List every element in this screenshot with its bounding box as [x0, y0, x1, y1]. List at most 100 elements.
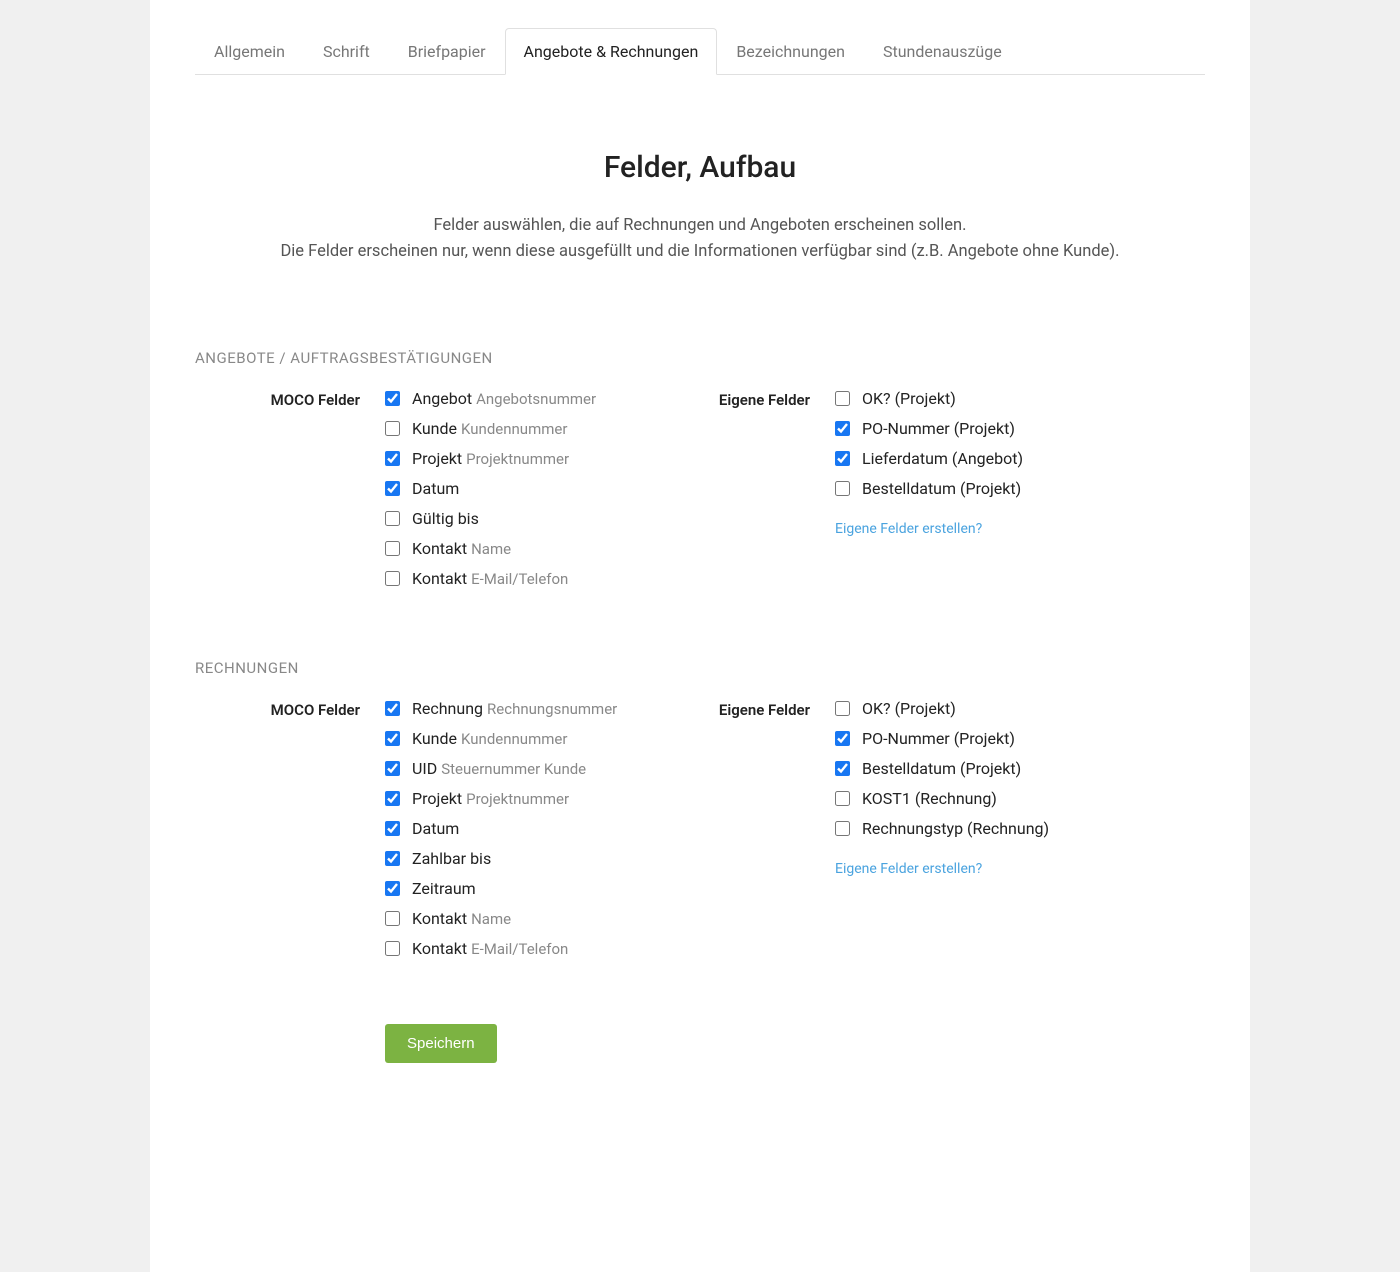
field-checkbox[interactable]	[385, 421, 400, 436]
field-checkbox[interactable]	[385, 941, 400, 956]
field-main-label: Bestelldatum (Projekt)	[862, 479, 1021, 498]
field-row: KOST1 (Rechnung)	[835, 789, 1205, 808]
field-main-label: Zahlbar bis	[412, 849, 491, 868]
field-checkbox[interactable]	[835, 421, 850, 436]
field-checkbox[interactable]	[385, 481, 400, 496]
field-main-label: Kunde	[412, 419, 457, 438]
field-row: Zahlbar bis	[385, 849, 705, 868]
field-checkbox[interactable]	[835, 701, 850, 716]
field-row: Lieferdatum (Angebot)	[835, 449, 1205, 468]
field-row: RechnungRechnungsnummer	[385, 699, 705, 718]
field-checkbox[interactable]	[835, 791, 850, 806]
field-sub-label: Projektnummer	[466, 450, 569, 468]
field-main-label: Kontakt	[412, 539, 467, 558]
save-button[interactable]: Speichern	[385, 1024, 497, 1063]
label-moco-felder-offers: MOCO Felder	[195, 389, 385, 599]
field-sub-label: E-Mail/Telefon	[471, 940, 568, 958]
field-checkbox[interactable]	[385, 391, 400, 406]
field-sub-label: Name	[471, 540, 511, 558]
field-checkbox[interactable]	[835, 451, 850, 466]
field-row: KontaktE-Mail/Telefon	[385, 939, 705, 958]
field-checkbox[interactable]	[385, 851, 400, 866]
field-checkbox[interactable]	[385, 571, 400, 586]
tab-bar: Allgemein Schrift Briefpapier Angebote &…	[195, 0, 1205, 75]
field-main-label: OK? (Projekt)	[862, 389, 956, 408]
label-eigene-felder-invoices: Eigene Felder	[705, 699, 835, 969]
field-row: KontaktE-Mail/Telefon	[385, 569, 705, 588]
field-row: Gültig bis	[385, 509, 705, 528]
field-checkbox[interactable]	[835, 731, 850, 746]
field-row: KundeKundennummer	[385, 419, 705, 438]
field-checkbox[interactable]	[385, 701, 400, 716]
field-checkbox[interactable]	[385, 731, 400, 746]
field-row: Bestelldatum (Projekt)	[835, 759, 1205, 778]
tab-schrift[interactable]: Schrift	[304, 28, 389, 75]
field-row: Zeitraum	[385, 879, 705, 898]
field-main-label: UID	[412, 759, 437, 778]
page-description: Felder auswählen, die auf Rechnungen und…	[240, 213, 1160, 264]
field-row: PO-Nummer (Projekt)	[835, 419, 1205, 438]
tab-bezeichnungen[interactable]: Bezeichnungen	[717, 28, 864, 75]
field-checkbox[interactable]	[385, 821, 400, 836]
field-checkbox[interactable]	[385, 881, 400, 896]
field-main-label: OK? (Projekt)	[862, 699, 956, 718]
field-checkbox[interactable]	[835, 391, 850, 406]
field-main-label: PO-Nummer (Projekt)	[862, 419, 1015, 438]
field-checkbox[interactable]	[385, 911, 400, 926]
link-create-custom-fields-offers[interactable]: Eigene Felder erstellen?	[835, 521, 982, 537]
field-checkbox[interactable]	[835, 761, 850, 776]
field-checkbox[interactable]	[385, 541, 400, 556]
field-main-label: Kunde	[412, 729, 457, 748]
field-main-label: Kontakt	[412, 939, 467, 958]
field-row: AngebotAngebotsnummer	[385, 389, 705, 408]
field-sub-label: Steuernummer Kunde	[441, 760, 586, 778]
field-main-label: PO-Nummer (Projekt)	[862, 729, 1015, 748]
field-main-label: Projekt	[412, 449, 462, 468]
field-row: Bestelldatum (Projekt)	[835, 479, 1205, 498]
section-heading-offers: ANGEBOTE / AUFTRAGSBESTÄTIGUNGEN	[195, 349, 1205, 367]
field-row: ProjektProjektnummer	[385, 449, 705, 468]
field-main-label: Zeitraum	[412, 879, 476, 898]
label-eigene-felder-offers: Eigene Felder	[705, 389, 835, 599]
field-row: Datum	[385, 819, 705, 838]
label-moco-felder-invoices: MOCO Felder	[195, 699, 385, 969]
field-main-label: Bestelldatum (Projekt)	[862, 759, 1021, 778]
page-title: Felder, Aufbau	[240, 150, 1160, 185]
field-main-label: KOST1 (Rechnung)	[862, 789, 997, 808]
tab-angebote-rechnungen[interactable]: Angebote & Rechnungen	[505, 28, 718, 75]
field-sub-label: Angebotsnummer	[476, 390, 596, 408]
section-heading-invoices: RECHNUNGEN	[195, 659, 1205, 677]
invoices-moco-field-list: RechnungRechnungsnummer KundeKundennummer…	[385, 699, 705, 969]
field-checkbox[interactable]	[385, 761, 400, 776]
tab-stundenauszuege[interactable]: Stundenauszüge	[864, 28, 1021, 75]
field-checkbox[interactable]	[835, 481, 850, 496]
field-main-label: Kontakt	[412, 569, 467, 588]
field-row: OK? (Projekt)	[835, 389, 1205, 408]
field-main-label: Lieferdatum (Angebot)	[862, 449, 1023, 468]
field-sub-label: Rechnungsnummer	[487, 700, 617, 718]
field-main-label: Projekt	[412, 789, 462, 808]
field-row: PO-Nummer (Projekt)	[835, 729, 1205, 748]
field-row: KundeKundennummer	[385, 729, 705, 748]
field-main-label: Kontakt	[412, 909, 467, 928]
field-checkbox[interactable]	[385, 511, 400, 526]
field-row: Datum	[385, 479, 705, 498]
link-create-custom-fields-invoices[interactable]: Eigene Felder erstellen?	[835, 861, 982, 877]
field-main-label: Angebot	[412, 389, 472, 408]
invoices-custom-field-list: OK? (Projekt) PO-Nummer (Projekt) Bestelld…	[835, 699, 1205, 838]
field-checkbox[interactable]	[835, 821, 850, 836]
field-row: UIDSteuernummer Kunde	[385, 759, 705, 778]
field-row: OK? (Projekt)	[835, 699, 1205, 718]
field-main-label: Datum	[412, 819, 459, 838]
tab-briefpapier[interactable]: Briefpapier	[389, 28, 505, 75]
field-checkbox[interactable]	[385, 451, 400, 466]
field-main-label: Rechnung	[412, 699, 483, 718]
tab-allgemein[interactable]: Allgemein	[195, 28, 304, 75]
field-row: KontaktName	[385, 539, 705, 558]
field-row: ProjektProjektnummer	[385, 789, 705, 808]
field-sub-label: Name	[471, 910, 511, 928]
field-row: Rechnungstyp (Rechnung)	[835, 819, 1205, 838]
field-checkbox[interactable]	[385, 791, 400, 806]
field-sub-label: E-Mail/Telefon	[471, 570, 568, 588]
field-main-label: Rechnungstyp (Rechnung)	[862, 819, 1049, 838]
